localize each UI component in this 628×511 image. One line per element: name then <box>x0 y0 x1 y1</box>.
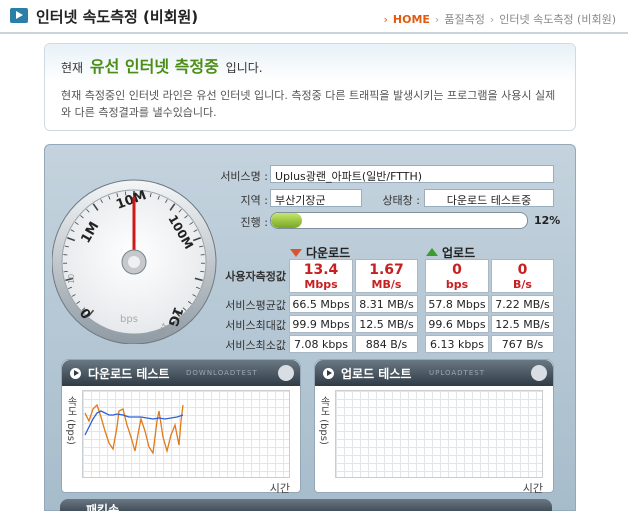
gauge-label-10: 10 <box>67 274 76 284</box>
download-ylabel: 속도 (bps) <box>65 396 76 445</box>
ul-avg-1: 57.8 Mbps <box>425 295 489 313</box>
upload-bs-cell: 0 B/s <box>491 259 554 293</box>
ul-max-2: 12.5 MB/s <box>491 315 554 333</box>
page-title: 인터넷 속도측정 (비회원) <box>36 8 199 26</box>
gauge-tick <box>200 270 205 273</box>
progress-bar <box>270 212 528 229</box>
max-label: 서비스최대값 <box>225 319 286 332</box>
upload-test-en: UPLOADTEST <box>429 369 485 377</box>
play-circle-icon <box>323 368 334 379</box>
dl-min-2: 884 B/s <box>355 335 418 353</box>
chevron-right-icon: › <box>434 13 440 26</box>
breadcrumb-home[interactable]: HOME <box>393 13 430 26</box>
ul-min-1: 6.13 kbps <box>425 335 489 353</box>
download-mbps-cell: 13.4 Mbps <box>289 259 353 293</box>
breadcrumb: › HOME › 품질측정 › 인터넷 속도측정 (비회원) <box>378 11 616 27</box>
breadcrumb-current: 인터넷 속도측정 (비회원) <box>499 13 616 26</box>
download-xlabel: 시간 <box>269 482 290 495</box>
play-circle-icon <box>70 368 81 379</box>
play-icon <box>10 8 28 23</box>
user-measure-label: 사용자측정값 <box>225 270 286 283</box>
progress-percent: 12% <box>534 214 561 227</box>
intro-box: 현재 유선 인터넷 측정중 입니다. 현재 측정중인 인터넷 라인은 유선 인터… <box>44 43 576 131</box>
packet-loss-title: 패킷손... <box>86 503 133 511</box>
upload-xlabel: 시간 <box>522 482 543 495</box>
chevron-right-icon: › <box>383 13 388 26</box>
download-speed-graph <box>84 403 184 455</box>
download-plot <box>82 390 290 478</box>
gauge-unit: bps <box>120 314 138 325</box>
ul-max-1: 99.6 Mbps <box>425 315 489 333</box>
upload-test-panel: 업로드 테스트 UPLOADTEST 속도 (bps) 시간 <box>314 359 554 495</box>
round-button-icon <box>531 365 547 381</box>
intro-heading: 현재 유선 인터넷 측정중 입니다. <box>61 57 263 76</box>
download-test-panel: 다운로드 테스트 DOWNLOADTEST 속도 (bps) 시간 <box>61 359 301 495</box>
download-test-title: 다운로드 테스트 <box>88 367 170 381</box>
intro-highlight: 유선 인터넷 측정중 <box>89 57 219 76</box>
service-label: 서비스명 : <box>220 170 268 183</box>
ul-min-2: 767 B/s <box>491 335 554 353</box>
avg-label: 서비스평균값 <box>225 299 286 312</box>
status-value: 다운로드 테스트중 <box>424 189 554 207</box>
status-label: 상태창 : <box>382 194 420 207</box>
download-test-en: DOWNLOADTEST <box>186 369 258 377</box>
download-mbs-cell: 1.67 MB/s <box>355 259 418 293</box>
upload-test-title: 업로드 테스트 <box>341 367 412 381</box>
intro-description: 현재 측정중인 인터넷 라인은 유선 인터넷 입니다. 측정중 다른 트래픽을 … <box>61 89 556 119</box>
speed-gauge: 1M 10M 100M 1G 10 0 1M bps <box>52 179 217 344</box>
region-label: 지역 : <box>240 194 268 207</box>
round-button-icon <box>278 365 294 381</box>
upload-ylabel: 속도 (bps) <box>318 396 329 445</box>
arrow-up-icon <box>426 248 438 256</box>
arrow-down-icon <box>290 249 302 257</box>
upload-bps-cell: 0 bps <box>425 259 489 293</box>
dl-min-1: 7.08 kbps <box>289 335 353 353</box>
dl-max-2: 12.5 MB/s <box>355 315 418 333</box>
min-label: 서비스최소값 <box>225 339 286 352</box>
packet-loss-panel-header: 패킷손... <box>60 499 552 511</box>
progress-label: 진행 : <box>240 216 268 229</box>
dl-avg-1: 66.5 Mbps <box>289 295 353 313</box>
dl-avg-2: 8.31 MB/s <box>355 295 418 313</box>
ul-avg-2: 7.22 MB/s <box>491 295 554 313</box>
region-value: 부산기장군 <box>270 189 362 207</box>
progress-fill <box>271 213 302 228</box>
service-value: Uplus광랜_아파트(일반/FTTH) <box>270 165 554 183</box>
breadcrumb-quality[interactable]: 품질측정 <box>444 13 484 26</box>
chevron-right-icon: › <box>489 13 495 26</box>
page-header: 인터넷 속도측정 (비회원) › HOME › 품질측정 › 인터넷 속도측정 (비회원) <box>0 0 628 34</box>
gauge-tick <box>63 270 68 273</box>
upload-plot <box>335 390 543 478</box>
dl-max-1: 99.9 Mbps <box>289 315 353 333</box>
